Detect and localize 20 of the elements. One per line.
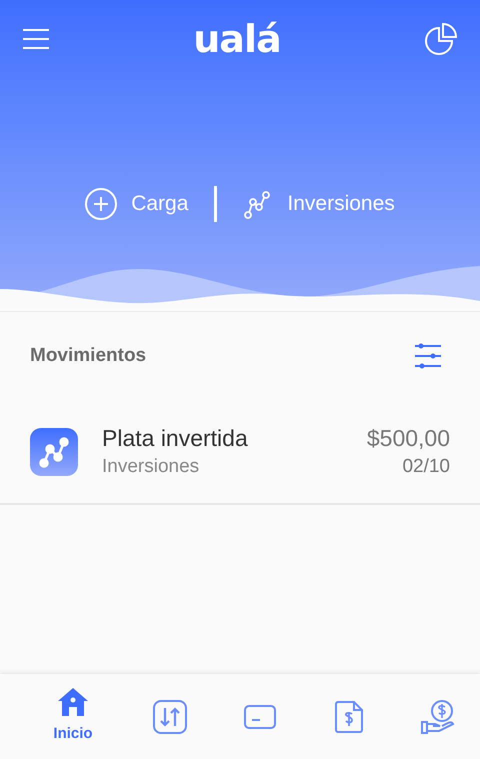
transfer-icon bbox=[153, 700, 188, 734]
plus-circle-icon bbox=[85, 188, 118, 220]
movement-row[interactable]: Plata invertida Inversiones $500,00 02/10 bbox=[0, 400, 480, 505]
movement-title: Plata invertida bbox=[102, 424, 249, 452]
home-icon bbox=[57, 687, 89, 718]
movement-amount: $500,00 bbox=[366, 424, 450, 452]
action-button[interactable]: Carga bbox=[85, 188, 188, 220]
action-button[interactable]: Inversiones bbox=[243, 188, 395, 220]
pie-chart-icon[interactable] bbox=[424, 22, 458, 56]
investment-icon bbox=[30, 428, 78, 476]
movement-date: 02/10 bbox=[402, 454, 450, 478]
section-title: Movimientos bbox=[30, 344, 146, 368]
menu-icon[interactable] bbox=[22, 28, 50, 50]
hand-coin-icon bbox=[421, 700, 455, 734]
invoice-icon bbox=[334, 700, 363, 732]
movement-subtitle: Inversiones bbox=[102, 454, 200, 478]
nav-tab[interactable]: Inicio bbox=[45, 687, 101, 746]
logo: ualá bbox=[193, 20, 281, 58]
filter-icon[interactable] bbox=[414, 343, 442, 369]
card-icon bbox=[244, 704, 276, 728]
